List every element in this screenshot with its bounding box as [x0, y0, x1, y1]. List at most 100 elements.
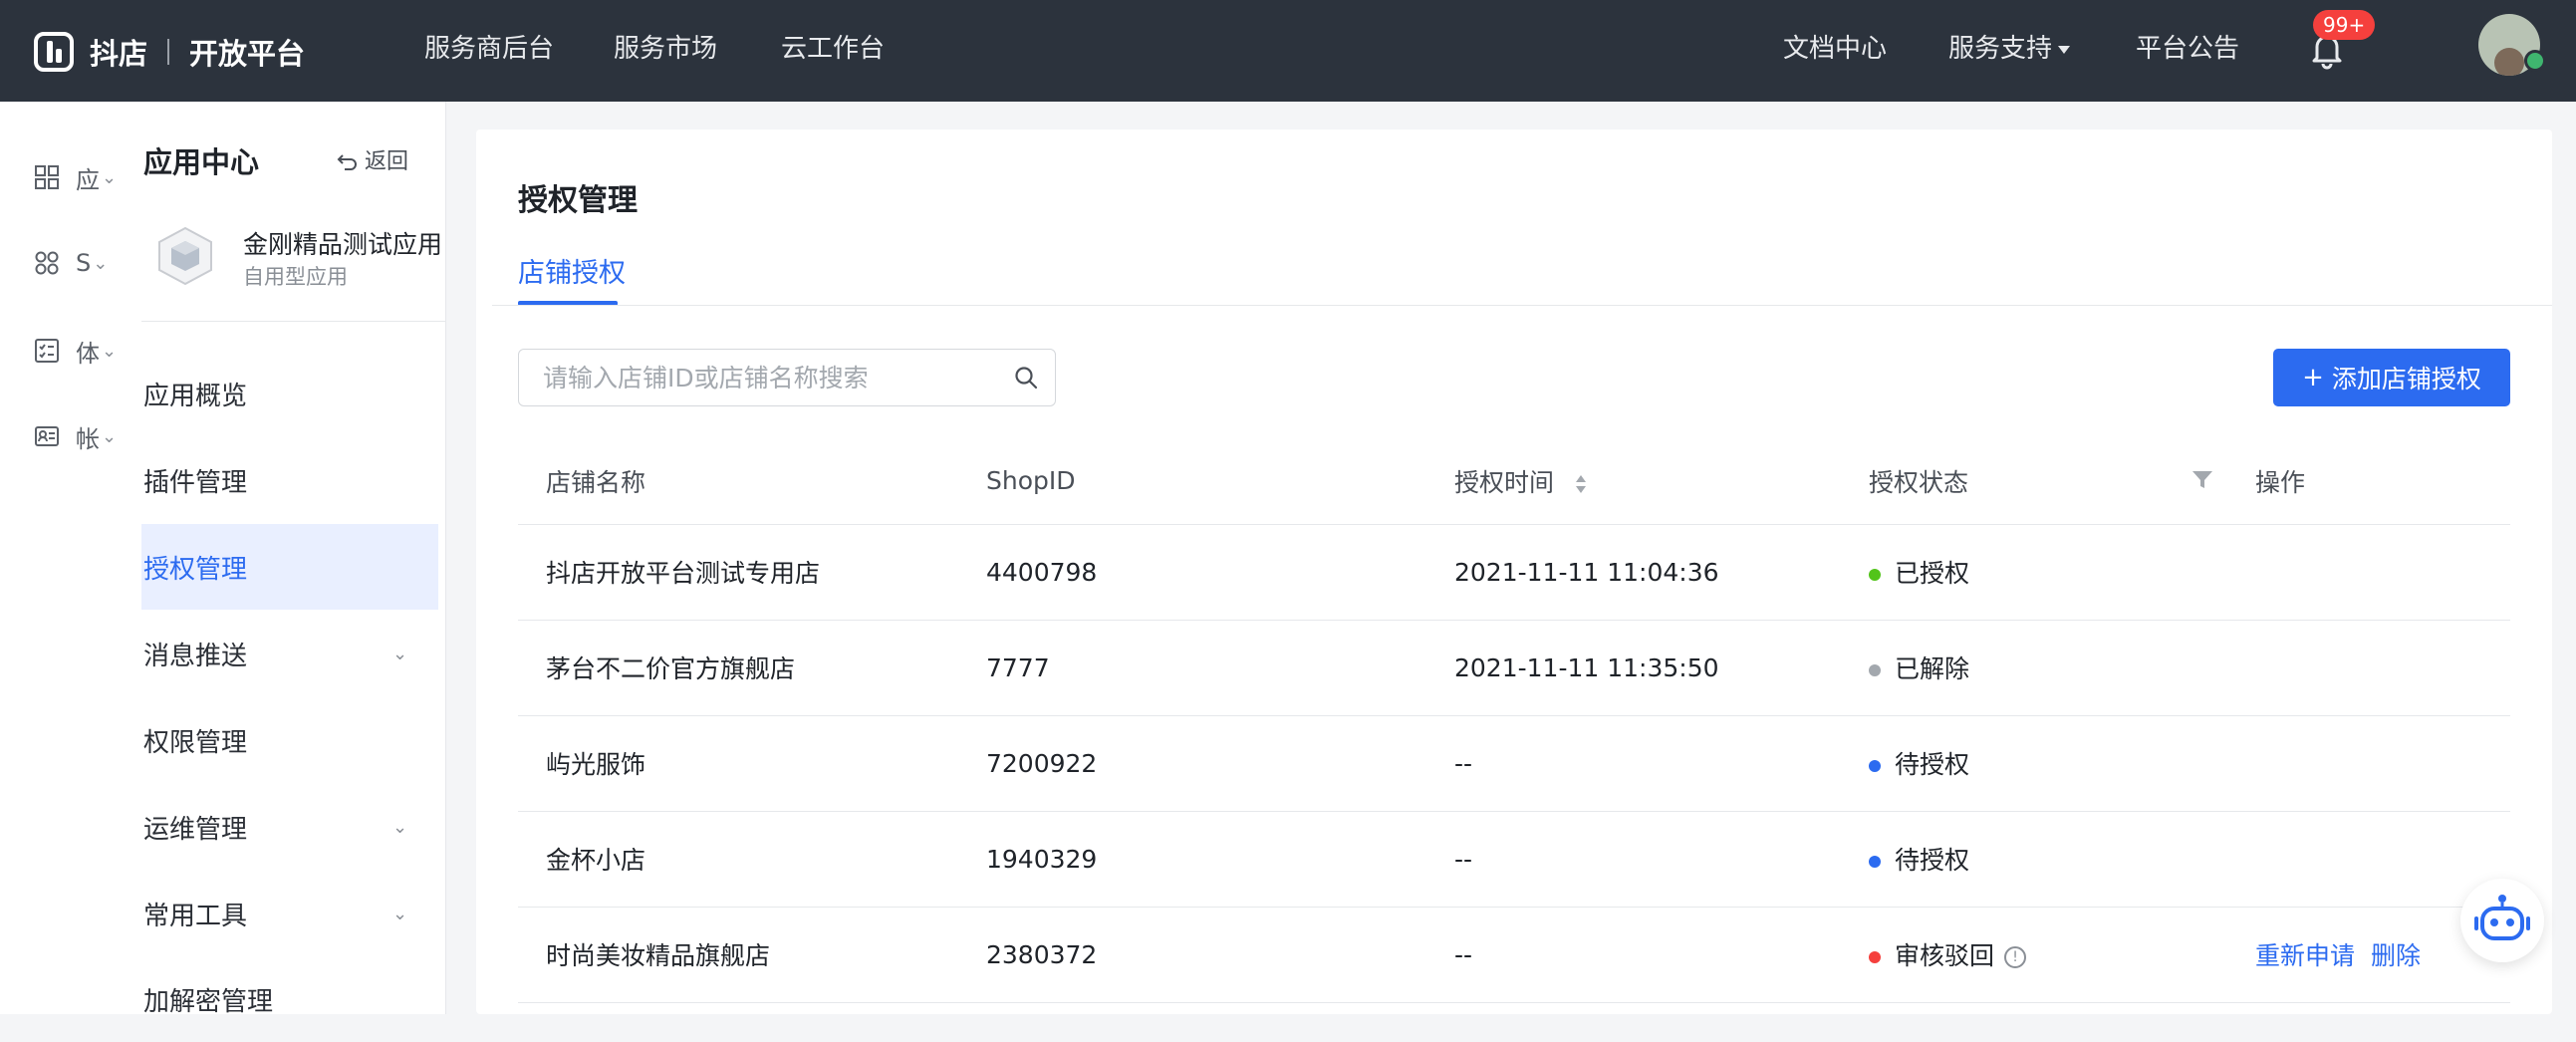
status-label: 待授权: [1895, 750, 1970, 779]
left-icon-rail: 应 ⌄ S ⌄ 体 ⌄ 帐 ⌄: [0, 102, 141, 1014]
table-row: 抖店开放平台测试专用店 4400798 2021-11-11 11:04:36 …: [518, 524, 2510, 621]
cell-actions: [2255, 715, 2510, 812]
cell-shop-name: 茅台不二价官方旗舰店: [518, 620, 986, 716]
cell-actions: [2255, 620, 2510, 716]
rail-item-services[interactable]: S ⌄: [34, 243, 133, 283]
chevron-down-icon: ⌄: [392, 903, 408, 924]
brand-logo-icon: [34, 32, 74, 72]
plus-icon: +: [2302, 363, 2324, 392]
menu-item-ops-management[interactable]: 运维管理 ⌄: [141, 784, 438, 870]
sort-icon[interactable]: [1574, 472, 1588, 496]
column-header-label: 授权状态: [1869, 467, 1969, 497]
platform-name: 开放平台: [189, 37, 306, 71]
menu-item-plugin-management[interactable]: 插件管理: [141, 437, 438, 523]
menu-item-label: 授权管理: [143, 554, 248, 585]
authorization-table: 店铺名称 ShopID 授权时间 授权状态 操作 抖店开放平台测试专用店 440…: [518, 438, 2510, 1003]
chevron-down-icon: ⌄: [102, 166, 118, 188]
menu-item-app-overview[interactable]: 应用概览: [141, 351, 438, 436]
status-dot-icon: [1869, 760, 1881, 772]
menu-item-label: 运维管理: [143, 814, 248, 845]
brand-logo[interactable]: 抖店 开放平台: [34, 26, 305, 78]
rail-item-label: 应: [76, 165, 100, 194]
cell-auth-time: 2021-11-11 11:04:36: [1454, 524, 1869, 621]
verified-icon: [2524, 50, 2546, 72]
table-row: 时尚美妆精品旗舰店 2380372 -- 审核驳回! 重新申请 删除: [518, 907, 2510, 1003]
cell-shop-id: 1940329: [986, 811, 1454, 908]
sidebar-divider: [141, 321, 446, 322]
cell-auth-time: --: [1454, 811, 1869, 908]
notification-badge: 99+: [2313, 10, 2376, 40]
nav-provider-backend[interactable]: 服务商后台: [424, 28, 554, 65]
status-dot-icon: [1869, 569, 1881, 581]
nav-service-market[interactable]: 服务市场: [614, 28, 717, 65]
search-icon[interactable]: [1013, 365, 1039, 391]
chevron-down-icon: ⌄: [102, 340, 118, 362]
id-card-icon: [35, 426, 59, 446]
add-shop-authorization-label: 添加店铺授权: [2331, 365, 2481, 393]
delete-link[interactable]: 删除: [2371, 941, 2421, 970]
menu-item-label: 权限管理: [143, 727, 248, 758]
rail-item-label: 帐: [76, 424, 100, 453]
nav-docs-center[interactable]: 文档中心: [1783, 28, 1887, 65]
status-dot-icon: [1869, 856, 1881, 868]
info-icon[interactable]: !: [2004, 946, 2027, 968]
menu-item-common-tools[interactable]: 常用工具 ⌄: [141, 871, 438, 956]
cell-auth-time: --: [1454, 907, 1869, 1003]
menu-item-encryption-management[interactable]: 加解密管理: [141, 956, 438, 1042]
menu-item-label: 应用概览: [143, 381, 248, 411]
menu-item-label: 常用工具: [143, 901, 248, 931]
cell-shop-name: 抖店开放平台测试专用店: [518, 524, 986, 621]
cell-shop-name: 金杯小店: [518, 811, 986, 908]
robot-icon: [2474, 895, 2530, 940]
nav-cloud-workbench[interactable]: 云工作台: [781, 28, 885, 65]
menu-item-authorization-management[interactable]: 授权管理: [141, 524, 438, 610]
status-label: 已授权: [1895, 559, 1970, 588]
table-row: 金杯小店 1940329 -- 待授权: [518, 811, 2510, 908]
brand-separator: [167, 39, 170, 65]
rail-item-label: 体: [76, 339, 100, 368]
app-center-sidebar: 应用中心 返回 金刚精品测试应用 自用型应用 应用概览 插件管理 授权管理 消息…: [141, 102, 446, 1017]
rail-item-apps[interactable]: 应 ⌄: [34, 157, 133, 197]
back-button-label: 返回: [365, 149, 409, 174]
app-cube-icon: [158, 226, 212, 286]
nav-service-support-label: 服务支持: [1948, 34, 2053, 64]
back-button[interactable]: 返回: [337, 143, 408, 175]
tabs-divider: [492, 305, 2552, 306]
nav-service-support[interactable]: 服务支持: [1948, 28, 2071, 65]
shop-search-input[interactable]: [541, 350, 999, 405]
nav-platform-notice[interactable]: 平台公告: [2136, 28, 2239, 65]
filter-icon[interactable]: [2191, 470, 2213, 490]
grid-icon: [35, 165, 59, 189]
cell-shop-id: 7200922: [986, 715, 1454, 812]
cell-auth-time: --: [1454, 715, 1869, 812]
main-content-card: 授权管理 店铺授权 +添加店铺授权 店铺名称 ShopID 授权时间 授权状: [476, 130, 2552, 1014]
menu-item-label: 插件管理: [143, 467, 248, 498]
sidebar-title: 应用中心: [143, 145, 260, 179]
reapply-link[interactable]: 重新申请: [2255, 941, 2355, 970]
top-navigation-bar: 抖店 开放平台 服务商后台 服务市场 云工作台 文档中心 服务支持 平台公告 9…: [0, 0, 2576, 102]
column-header-auth-status: 授权状态: [1869, 438, 2255, 525]
column-header-actions: 操作: [2255, 438, 2510, 525]
table-row: 茅台不二价官方旗舰店 7777 2021-11-11 11:35:50 已解除: [518, 620, 2510, 716]
table-header-row: 店铺名称 ShopID 授权时间 授权状态 操作: [518, 438, 2510, 525]
column-header-shop-name: 店铺名称: [518, 438, 986, 525]
menu-item-permission-management[interactable]: 权限管理: [141, 697, 438, 783]
app-name: 金刚精品测试应用: [243, 230, 443, 259]
menu-item-message-push[interactable]: 消息推送 ⌄: [141, 611, 438, 696]
page-title: 授权管理: [518, 183, 638, 218]
chevron-down-icon: ⌄: [102, 425, 118, 447]
rail-item-label: S: [76, 249, 92, 277]
cell-shop-id: 4400798: [986, 524, 1454, 621]
rail-item-checklist[interactable]: 体 ⌄: [34, 331, 133, 371]
column-header-auth-time[interactable]: 授权时间: [1454, 438, 1869, 525]
status-label: 已解除: [1895, 654, 1970, 683]
assistant-robot-button[interactable]: [2460, 879, 2544, 962]
tab-shop-authorization[interactable]: 店铺授权: [518, 251, 626, 290]
brand-name: 抖店: [90, 37, 148, 71]
chevron-down-icon: ⌄: [392, 643, 408, 664]
current-app-card: 金刚精品测试应用 自用型应用: [155, 219, 444, 299]
cell-auth-time: 2021-11-11 11:35:50: [1454, 620, 1869, 716]
add-shop-authorization-button[interactable]: + 添加店铺授权: [2273, 349, 2510, 406]
rail-item-account[interactable]: 帐 ⌄: [34, 416, 133, 456]
cell-auth-status: 待授权: [1869, 811, 2255, 908]
